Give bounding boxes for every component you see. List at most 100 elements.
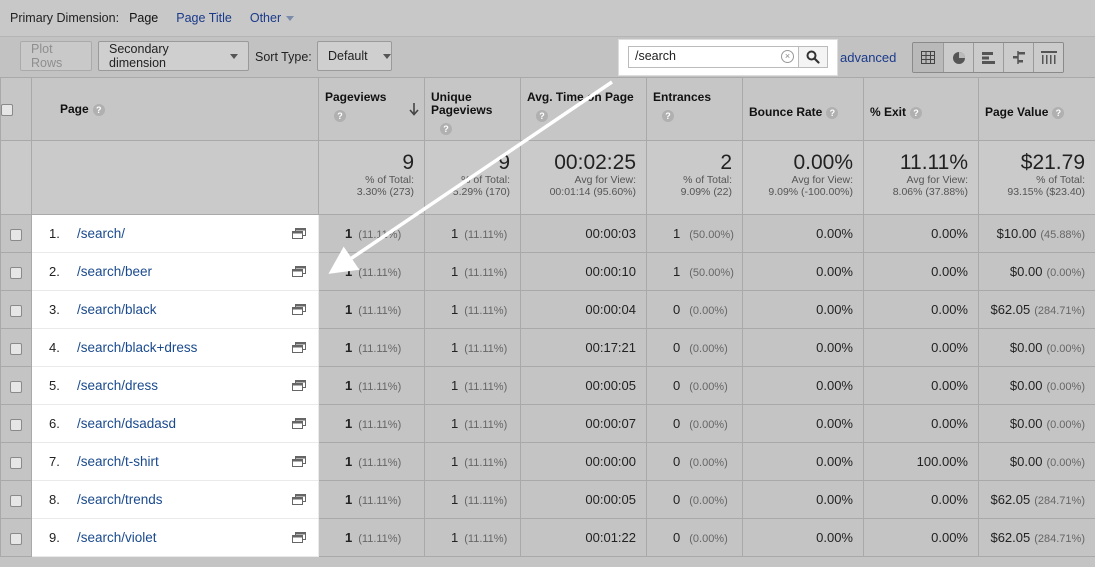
help-icon[interactable]: ? <box>826 106 839 119</box>
page-value-percent: (0.00%) <box>1046 381 1085 393</box>
entrances-value: 0 <box>673 416 681 431</box>
unique-pageviews-percent: (11.11%) <box>464 457 508 469</box>
open-in-new-window-icon <box>292 456 306 467</box>
bounce-rate-cell: 0.00% <box>742 252 864 291</box>
help-icon[interactable]: ? <box>440 123 452 135</box>
pageviews-cell: 1 (11.11%) <box>318 252 425 291</box>
exit-column-header[interactable]: % Exit? <box>863 77 979 141</box>
open-in-new-window-icon <box>292 532 306 543</box>
page-value-amount: $0.00 <box>1009 454 1043 469</box>
advanced-filter-link[interactable]: advanced <box>840 50 896 65</box>
bounce-rate-column-header[interactable]: Bounce Rate? <box>742 77 864 141</box>
help-icon[interactable]: ? <box>536 110 548 122</box>
total-note: 93.15% ($23.40) <box>1007 186 1085 198</box>
pageviews-cell: 1 (11.11%) <box>318 442 425 481</box>
performance-view-button[interactable] <box>973 43 1003 72</box>
row-checkbox[interactable] <box>10 532 22 545</box>
comparison-view-button[interactable] <box>1003 43 1033 72</box>
totals-row: 9% of Total: 3.30% (273) 9% of Total: 5.29… <box>0 140 1095 215</box>
pageviews-column-header[interactable]: Pageviews ? <box>318 77 425 141</box>
page-value-column-header[interactable]: Page Value? <box>978 77 1095 141</box>
plot-rows-button[interactable]: Plot Rows <box>20 41 92 71</box>
entrances-column-header[interactable]: Entrances ? <box>646 77 743 141</box>
search-icon <box>806 50 820 64</box>
open-page-button[interactable] <box>292 227 306 242</box>
row-select-cell <box>0 290 32 329</box>
row-checkbox[interactable] <box>10 342 22 355</box>
table-view-button[interactable] <box>913 43 943 72</box>
total-note: 9.09% (22) <box>680 186 732 198</box>
table-row: 9. /search/violet 1 (11.11%) 1 (11.11%) 00:01:… <box>0 518 1095 557</box>
entrances-percent: (0.00%) <box>689 495 728 507</box>
row-checkbox[interactable] <box>10 304 22 317</box>
page-link[interactable]: /search/trends <box>77 492 163 507</box>
page-column-header[interactable]: Page? <box>31 77 319 141</box>
search-input[interactable]: /search <box>628 46 798 68</box>
pageviews-percent: (11.11%) <box>358 457 402 469</box>
entrances-percent: (0.00%) <box>689 381 728 393</box>
pageviews-percent: (11.11%) <box>358 419 402 431</box>
row-checkbox[interactable] <box>10 228 22 241</box>
open-page-button[interactable] <box>292 265 306 280</box>
page-link[interactable]: /search/dsadasd <box>77 416 176 431</box>
help-icon[interactable]: ? <box>92 103 105 116</box>
open-page-button[interactable] <box>292 417 306 432</box>
unique-pageviews-value: 1 <box>451 378 459 393</box>
sort-type-dropdown[interactable]: Default <box>317 41 392 71</box>
page-link[interactable]: /search/black <box>77 302 157 317</box>
open-page-button[interactable] <box>292 379 306 394</box>
bounce-rate-cell: 0.00% <box>742 480 864 519</box>
search-button[interactable] <box>798 46 828 68</box>
secondary-dimension-label: Secondary dimension <box>109 42 169 70</box>
avg-time-cell: 00:00:04 <box>520 290 647 329</box>
avg-time-column-header[interactable]: Avg. Time on Page ? <box>520 77 647 141</box>
row-checkbox[interactable] <box>10 418 22 431</box>
help-icon[interactable]: ? <box>334 110 346 122</box>
page-value-amount: $62.05 <box>990 302 1031 317</box>
pivot-view-button[interactable] <box>1033 43 1063 72</box>
unique-pageviews-cell: 1 (11.11%) <box>424 366 521 405</box>
unique-pageviews-percent: (11.11%) <box>464 343 508 355</box>
open-page-button[interactable] <box>292 493 306 508</box>
help-icon[interactable]: ? <box>910 106 923 119</box>
open-page-button[interactable] <box>292 303 306 318</box>
pageviews-value: 1 <box>345 226 353 241</box>
page-link[interactable]: /search/beer <box>77 264 152 279</box>
open-page-button[interactable] <box>292 341 306 356</box>
row-checkbox[interactable] <box>10 494 22 507</box>
clear-search-icon[interactable]: × <box>781 50 794 63</box>
entrances-percent: (0.00%) <box>689 533 728 545</box>
open-in-new-window-icon <box>292 342 306 353</box>
page-link[interactable]: /search/black+dress <box>77 340 197 355</box>
unique-pageviews-percent: (11.11%) <box>464 419 508 431</box>
open-page-button[interactable] <box>292 531 306 546</box>
pie-view-button[interactable] <box>943 43 973 72</box>
table-row: 6. /search/dsadasd 1 (11.11%) 1 (11.11%) 00:00… <box>0 404 1095 443</box>
pageviews-value: 1 <box>345 378 353 393</box>
open-page-button[interactable] <box>292 455 306 470</box>
entrances-percent: (50.00%) <box>689 229 734 241</box>
unique-pageviews-column-header[interactable]: Unique Pageviews ? <box>424 77 521 141</box>
page-link[interactable]: /search/dress <box>77 378 158 393</box>
secondary-dimension-dropdown[interactable]: Secondary dimension <box>98 41 249 71</box>
open-in-new-window-icon <box>292 494 306 505</box>
pageviews-percent: (11.11%) <box>358 495 402 507</box>
dimension-page-title-link[interactable]: Page Title <box>176 11 232 25</box>
avg-time-cell: 00:00:05 <box>520 366 647 405</box>
help-icon[interactable]: ? <box>1052 106 1065 119</box>
unique-pageviews-cell: 1 (11.11%) <box>424 518 521 557</box>
page-link[interactable]: /search/t-shirt <box>77 454 159 469</box>
row-checkbox[interactable] <box>10 266 22 279</box>
select-all-checkbox[interactable] <box>1 103 13 116</box>
row-checkbox[interactable] <box>10 456 22 469</box>
help-icon[interactable]: ? <box>662 110 674 122</box>
total-value: 0.00% <box>793 151 853 174</box>
table-row: 2. /search/beer 1 (11.11%) 1 (11.11%) 00:00:10… <box>0 252 1095 291</box>
unique-pageviews-cell: 1 (11.11%) <box>424 442 521 481</box>
page-value-header-label: Page Value <box>985 105 1049 119</box>
bounce-rate-cell: 0.00% <box>742 518 864 557</box>
dimension-other-dropdown[interactable]: Other <box>250 11 295 25</box>
page-link[interactable]: /search/ <box>77 226 125 241</box>
page-link[interactable]: /search/violet <box>77 530 157 545</box>
row-checkbox[interactable] <box>10 380 22 393</box>
